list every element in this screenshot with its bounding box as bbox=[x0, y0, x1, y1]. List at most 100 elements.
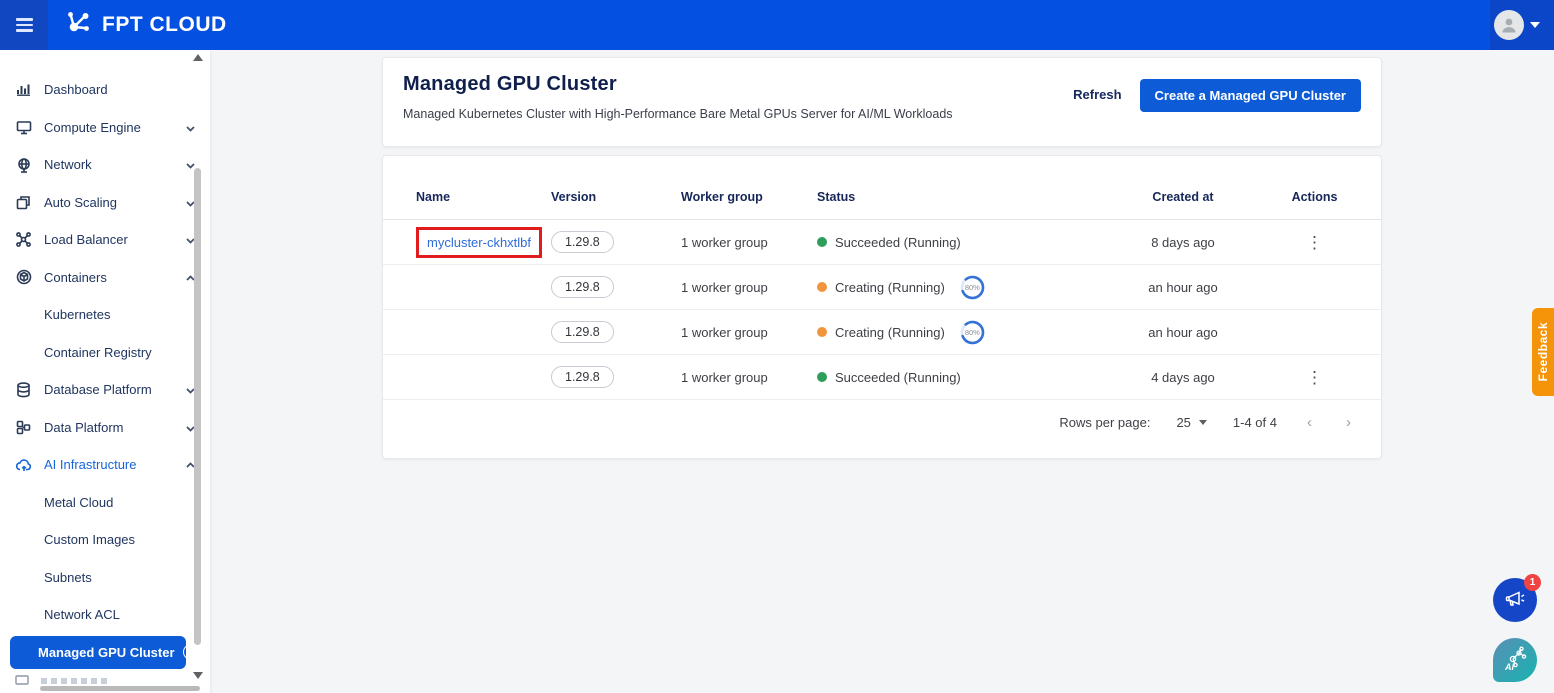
page-title: Managed GPU Cluster bbox=[403, 73, 953, 96]
sidebar-item-managed-gpu-cluster[interactable]: Managed GPU Cluster beta bbox=[10, 636, 186, 669]
sidebar-item-label: Network bbox=[44, 157, 185, 172]
sidebar-item-compute-engine[interactable]: Compute Engine bbox=[0, 109, 210, 147]
notification-badge: 1 bbox=[1524, 574, 1541, 591]
brand-logo[interactable]: FPT CLOUD bbox=[64, 8, 227, 43]
sidebar-item-dashboard[interactable]: Dashboard bbox=[0, 71, 210, 109]
fpt-molecule-icon bbox=[64, 8, 94, 43]
main-content: Managed GPU Cluster Managed Kubernetes C… bbox=[210, 50, 1554, 693]
sidebar-item-label: Managed GPU Cluster bbox=[38, 645, 175, 660]
scroll-down-arrow-icon[interactable] bbox=[193, 672, 203, 679]
version-badge: 1.29.8 bbox=[551, 276, 614, 298]
monitor-icon bbox=[15, 119, 32, 136]
container-box-icon bbox=[15, 269, 32, 286]
red-annotation-box: mycluster-ckhxtlbf bbox=[416, 227, 542, 258]
status-text: Succeeded (Running) bbox=[835, 370, 961, 385]
bar-chart-icon bbox=[15, 81, 32, 98]
next-page-button[interactable]: › bbox=[1346, 414, 1351, 431]
cluster-table-card: Name Version Worker group Status Created… bbox=[382, 155, 1382, 459]
layers-icon bbox=[15, 194, 32, 211]
sidebar-item-label: Dashboard bbox=[44, 82, 196, 97]
feedback-tab[interactable]: Feedback bbox=[1532, 308, 1554, 396]
select-caret-icon bbox=[1199, 420, 1207, 425]
version-badge: 1.29.8 bbox=[551, 231, 614, 253]
top-bar: FPT CLOUD bbox=[0, 0, 1554, 50]
sidebar-item-container-registry[interactable]: Container Registry bbox=[0, 334, 210, 372]
sidebar-item-label: Kubernetes bbox=[44, 307, 196, 322]
pagination-range: 1-4 of 4 bbox=[1233, 415, 1277, 430]
sidebar-item-data-platform[interactable]: Data Platform bbox=[0, 409, 210, 447]
version-badge: 1.29.8 bbox=[551, 366, 614, 388]
status-text: Creating (Running) bbox=[835, 280, 945, 295]
progress-ring: 80% bbox=[959, 319, 986, 346]
worker-group-cell: 1 worker group bbox=[681, 370, 817, 385]
sidebar-item-metal-cloud[interactable]: Metal Cloud bbox=[0, 484, 210, 522]
database-icon bbox=[15, 381, 32, 398]
cropped-item-icon bbox=[15, 672, 29, 690]
sidebar-item-label: Data Platform bbox=[44, 420, 185, 435]
created-at-cell: an hour ago bbox=[1118, 325, 1248, 340]
sidebar-item-label: Compute Engine bbox=[44, 120, 185, 135]
announcements-button[interactable]: 1 bbox=[1493, 578, 1537, 622]
sidebar-item-ai-infrastructure[interactable]: AI Infrastructure bbox=[0, 446, 210, 484]
sidebar-item-kubernetes[interactable]: Kubernetes bbox=[0, 296, 210, 334]
version-badge: 1.29.8 bbox=[551, 321, 614, 343]
worker-group-cell: 1 worker group bbox=[681, 235, 817, 250]
page-header-card: Managed GPU Cluster Managed Kubernetes C… bbox=[382, 57, 1382, 147]
feedback-label: Feedback bbox=[1536, 322, 1550, 381]
sidebar-item-load-balancer[interactable]: Load Balancer bbox=[0, 221, 210, 259]
column-header-created-at: Created at bbox=[1118, 190, 1248, 204]
table-header-row: Name Version Worker group Status Created… bbox=[383, 174, 1381, 220]
created-at-cell: 8 days ago bbox=[1118, 235, 1248, 250]
svg-text:AI: AI bbox=[1504, 662, 1514, 672]
column-header-version: Version bbox=[551, 190, 681, 204]
column-header-actions: Actions bbox=[1248, 190, 1381, 204]
sidebar-item-network[interactable]: Network bbox=[0, 146, 210, 184]
megaphone-icon bbox=[1504, 588, 1526, 613]
user-menu-caret-icon bbox=[1530, 22, 1540, 28]
table-row: mycluster-ckhxtlbf 1.29.8 1 worker group… bbox=[383, 220, 1381, 265]
previous-page-button[interactable]: ‹ bbox=[1307, 414, 1312, 431]
sidebar-item-database-platform[interactable]: Database Platform bbox=[0, 371, 210, 409]
load-balancer-icon bbox=[15, 231, 32, 248]
sidebar-horizontal-scrollbar[interactable] bbox=[40, 686, 200, 691]
create-cluster-button[interactable]: Create a Managed GPU Cluster bbox=[1140, 79, 1361, 112]
status-dot-orange bbox=[817, 282, 827, 292]
cluster-table: Name Version Worker group Status Created… bbox=[383, 174, 1381, 444]
scrollbar-thumb[interactable] bbox=[194, 168, 201, 645]
brand-text: FPT CLOUD bbox=[102, 13, 227, 37]
user-menu[interactable] bbox=[1494, 0, 1540, 50]
hamburger-icon bbox=[16, 18, 33, 32]
sidebar-item-label: Database Platform bbox=[44, 382, 185, 397]
sidebar-item-containers[interactable]: Containers bbox=[0, 259, 210, 297]
sidebar-item-label: Metal Cloud bbox=[44, 495, 196, 510]
sidebar-item-label: Auto Scaling bbox=[44, 195, 185, 210]
progress-percent: 80% bbox=[959, 274, 986, 301]
table-row: 1.29.8 1 worker group Creating (Running)… bbox=[383, 265, 1381, 310]
rows-per-page-select[interactable]: 25 bbox=[1176, 415, 1206, 430]
row-actions-kebab-icon[interactable]: ⋮ bbox=[1298, 230, 1331, 255]
data-platform-icon bbox=[15, 419, 32, 436]
rows-per-page-value: 25 bbox=[1176, 415, 1190, 430]
worker-group-cell: 1 worker group bbox=[681, 280, 817, 295]
hamburger-menu-button[interactable] bbox=[0, 0, 48, 50]
user-avatar[interactable] bbox=[1494, 10, 1524, 40]
ai-assistant-button[interactable]: AI bbox=[1493, 638, 1537, 682]
pagination-bar: Rows per page: 25 1-4 of 4 ‹ › bbox=[383, 400, 1381, 444]
status-text: Succeeded (Running) bbox=[835, 235, 961, 250]
sidebar-item-custom-images[interactable]: Custom Images bbox=[0, 521, 210, 559]
sidebar-item-label: Subnets bbox=[44, 570, 196, 585]
sidebar-item-label: Custom Images bbox=[44, 532, 196, 547]
ai-molecule-icon: AI bbox=[1502, 646, 1528, 675]
progress-ring: 80% bbox=[959, 274, 986, 301]
sidebar-item-network-acl[interactable]: Network ACL bbox=[0, 596, 210, 634]
sidebar-item-subnets[interactable]: Subnets bbox=[0, 559, 210, 597]
sidebar-vertical-scrollbar[interactable] bbox=[193, 50, 202, 693]
sidebar-item-auto-scaling[interactable]: Auto Scaling bbox=[0, 184, 210, 222]
cluster-name-link[interactable]: mycluster-ckhxtlbf bbox=[427, 235, 531, 250]
scroll-up-arrow-icon[interactable] bbox=[193, 54, 203, 61]
refresh-button[interactable]: Refresh bbox=[1071, 79, 1123, 110]
table-row: 1.29.8 1 worker group Succeeded (Running… bbox=[383, 355, 1381, 400]
sidebar-item-label: AI Infrastructure bbox=[44, 457, 185, 472]
row-actions-kebab-icon[interactable]: ⋮ bbox=[1298, 365, 1331, 390]
beta-badge: beta bbox=[183, 644, 186, 660]
